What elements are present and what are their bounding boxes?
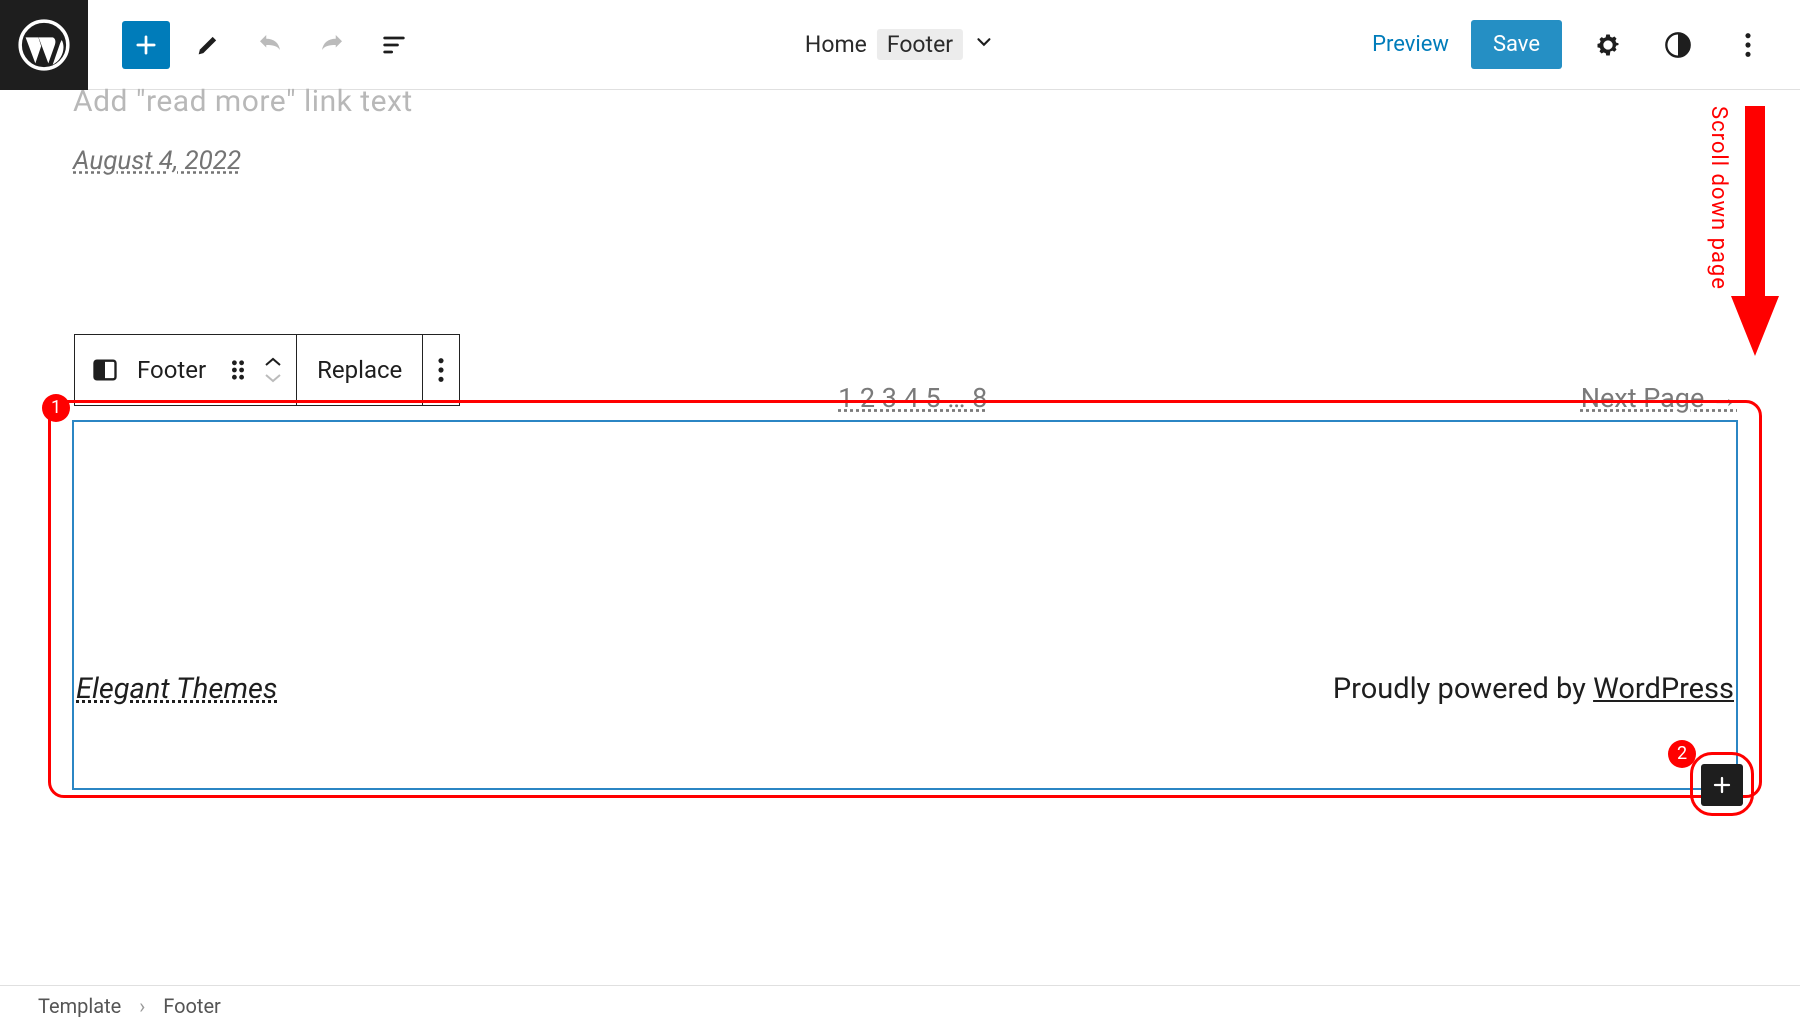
styles-button[interactable] xyxy=(1654,21,1702,69)
footer-template-part[interactable]: Elegant Themes Proudly powered by WordPr… xyxy=(72,420,1738,790)
replace-label: Replace xyxy=(311,356,408,384)
template-part-icon xyxy=(89,354,121,386)
post-date[interactable]: August 4, 2022 xyxy=(73,146,241,176)
save-button[interactable]: Save xyxy=(1471,20,1562,69)
more-options-button[interactable] xyxy=(1724,21,1772,69)
home-label: Home xyxy=(805,31,867,58)
block-more-options[interactable] xyxy=(423,335,459,405)
wordpress-link[interactable]: WordPress xyxy=(1593,672,1734,706)
insert-block-button[interactable] xyxy=(122,21,170,69)
drag-handle-icon[interactable] xyxy=(222,354,254,386)
wordpress-credit: Proudly powered by WordPress xyxy=(1333,672,1734,706)
editor-toolbar: Home Footer Preview Save xyxy=(0,0,1800,90)
breadcrumb: Template › Footer xyxy=(0,985,1800,1025)
toolbar-right-group: Preview Save xyxy=(1372,20,1800,69)
replace-segment[interactable]: Replace xyxy=(297,335,423,405)
chevron-down-icon[interactable] xyxy=(973,31,995,59)
editor-canvas: Add "read more" link text August 4, 2022… xyxy=(0,90,1800,985)
toolbar-left-group xyxy=(88,21,418,69)
undo-button[interactable] xyxy=(246,21,294,69)
readmore-placeholder[interactable]: Add "read more" link text xyxy=(73,84,413,119)
block-toolbar: Footer Replace xyxy=(74,334,460,406)
footer-content-row: Elegant Themes Proudly powered by WordPr… xyxy=(76,672,1734,706)
breadcrumb-separator: › xyxy=(139,994,145,1018)
preview-button[interactable]: Preview xyxy=(1372,32,1449,57)
edit-tool-button[interactable] xyxy=(184,21,232,69)
block-type-label: Footer xyxy=(131,356,212,384)
redo-button[interactable] xyxy=(308,21,356,69)
block-type-segment[interactable]: Footer xyxy=(75,335,297,405)
breadcrumb-root[interactable]: Template xyxy=(38,994,121,1018)
template-part-pill: Footer xyxy=(877,29,963,60)
breadcrumb-current[interactable]: Footer xyxy=(163,994,221,1018)
arrow-down-icon xyxy=(1731,106,1779,356)
annotation-badge-1: 1 xyxy=(42,394,70,422)
document-title[interactable]: Home Footer xyxy=(805,29,995,60)
site-title-link[interactable]: Elegant Themes xyxy=(76,672,277,706)
settings-button[interactable] xyxy=(1584,21,1632,69)
annotation-badge-2: 2 xyxy=(1668,740,1696,768)
add-block-button[interactable] xyxy=(1701,764,1743,806)
annotation-scroll-text: Scroll down page xyxy=(1706,106,1731,290)
wordpress-logo[interactable] xyxy=(0,0,88,90)
annotation-scroll-arrow: Scroll down page xyxy=(1706,106,1779,356)
move-up-down[interactable] xyxy=(264,356,282,384)
list-view-button[interactable] xyxy=(370,21,418,69)
